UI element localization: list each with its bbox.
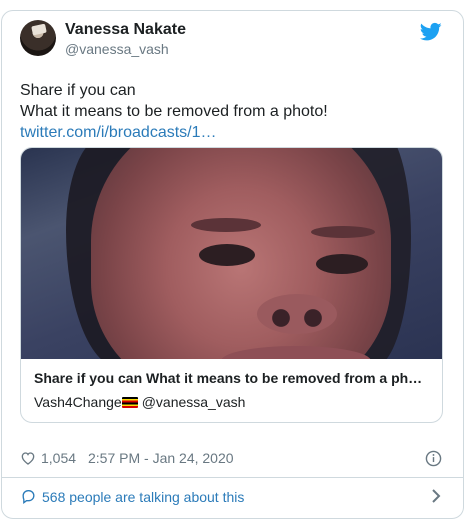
twitter-bird-icon[interactable] [420,22,442,42]
tweet-meta: 1,054 2:57 PM - Jan 24, 2020 [20,449,442,469]
tweet-header: Vanessa Nakate @vanessa_vash [20,20,442,60]
heart-icon[interactable] [20,450,36,466]
source-handle: @vanessa_vash [141,394,246,410]
tweet-text: Share if you can What it means to be rem… [20,80,442,143]
talking-count-link[interactable]: 568 people are talking about this [42,489,244,505]
footer-divider [1,477,464,478]
tweet-text-line-1: Share if you can [20,82,136,99]
speech-bubble-icon [22,490,35,504]
broadcast-link[interactable]: twitter.com/i/broadcasts/1… [20,122,442,143]
tweet-text-line-2: What it means to be removed from a photo… [20,103,328,120]
media-card-title[interactable]: Share if you can What it means to be rem… [34,370,432,386]
media-card-source: Vash4Change @vanessa_vash [34,394,245,410]
chevron-right-icon[interactable] [430,489,442,503]
like-count[interactable]: 1,054 [41,450,76,466]
conversation-footer[interactable]: 568 people are talking about this [20,487,442,507]
media-thumbnail[interactable] [21,148,442,359]
source-name: Vash4Change [34,394,122,410]
uganda-flag-icon [121,397,138,408]
author-handle[interactable]: @vanessa_vash [65,41,169,57]
author-name[interactable]: Vanessa Nakate [65,21,186,39]
avatar[interactable] [20,20,56,56]
info-icon[interactable] [425,450,442,467]
tweet-timestamp[interactable]: 2:57 PM - Jan 24, 2020 [88,450,234,466]
media-card[interactable]: Share if you can What it means to be rem… [20,147,443,423]
